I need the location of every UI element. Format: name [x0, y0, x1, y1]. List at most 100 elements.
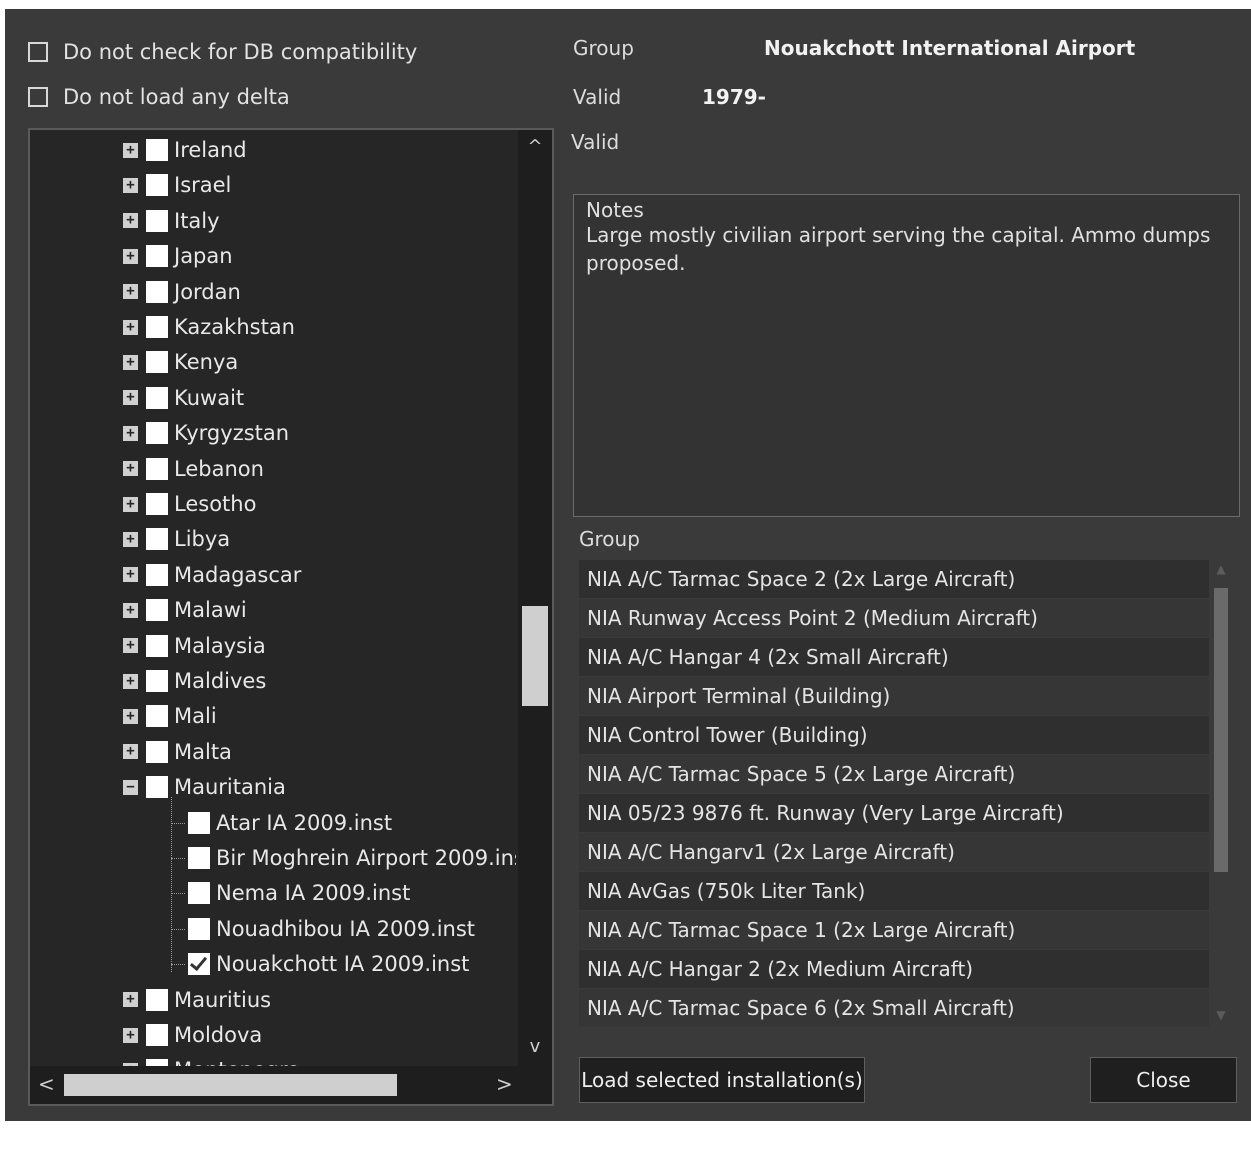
scroll-down-icon[interactable]: v	[518, 1036, 552, 1057]
tree-item-installation[interactable]: Bir Moghrein Airport 2009.inst	[188, 842, 516, 874]
group-list-item[interactable]: NIA A/C Hangar 4 (2x Small Aircraft)	[579, 638, 1209, 677]
tree-checkbox[interactable]	[188, 953, 210, 976]
tree-item-installation[interactable]: Nouakchott IA 2009.inst	[188, 948, 469, 980]
expand-icon[interactable]: +	[123, 425, 138, 441]
no-delta-option[interactable]: Do not load any delta	[28, 82, 290, 112]
tree-checkbox[interactable]	[146, 740, 168, 763]
expand-icon[interactable]: +	[123, 567, 138, 583]
expand-icon[interactable]: +	[123, 461, 138, 477]
tree-checkbox[interactable]	[146, 422, 168, 445]
list-scroll-down-icon[interactable]: ▼	[1211, 1008, 1231, 1022]
tree-horizontal-scrollbar[interactable]: < >	[30, 1066, 552, 1104]
tree-checkbox[interactable]	[146, 599, 168, 622]
tree-item-installation[interactable]: Atar IA 2009.inst	[188, 807, 392, 839]
group-list-item[interactable]: NIA A/C Hangar 2 (2x Medium Aircraft)	[579, 950, 1209, 989]
tree-item-country[interactable]: + Lesotho	[123, 488, 256, 520]
tree-checkbox[interactable]	[146, 280, 168, 303]
tree-item-country[interactable]: + Libya	[123, 523, 230, 555]
tree-checkbox[interactable]	[188, 882, 210, 905]
expand-icon[interactable]: +	[123, 531, 138, 547]
tree-checkbox[interactable]	[146, 634, 168, 657]
tree-item-country[interactable]: + Mali	[123, 700, 217, 732]
tree-checkbox[interactable]	[146, 493, 168, 515]
tree-checkbox[interactable]	[146, 209, 168, 232]
list-scroll-up-icon[interactable]: ▲	[1211, 562, 1231, 576]
tree-item-country[interactable]: + Maldives	[123, 665, 266, 697]
tree-checkbox[interactable]	[146, 1024, 168, 1046]
tree-item-country[interactable]: + Italy	[123, 205, 220, 237]
expand-icon[interactable]: +	[123, 496, 138, 512]
group-list-item[interactable]: NIA AvGas (750k Liter Tank)	[579, 872, 1209, 911]
db-compat-checkbox[interactable]	[28, 42, 48, 62]
group-list-item[interactable]: NIA Airport Terminal (Building)	[579, 677, 1209, 716]
tree-item-country[interactable]: + Kenya	[123, 346, 238, 378]
group-list-item[interactable]: NIA Control Tower (Building)	[579, 716, 1209, 755]
tree-item-country[interactable]: + Ireland	[123, 134, 247, 166]
tree-checkbox[interactable]	[146, 705, 168, 728]
tree-checkbox[interactable]	[146, 316, 168, 338]
tree-checkbox[interactable]	[146, 245, 168, 268]
tree-horizontal-thumb[interactable]	[64, 1074, 397, 1096]
tree-item-installation[interactable]: Nouadhibou IA 2009.inst	[188, 913, 475, 945]
group-list-item[interactable]: NIA 05/23 9876 ft. Runway (Very Large Ai…	[579, 794, 1209, 833]
tree-item-country[interactable]: + Malaysia	[123, 630, 266, 662]
expand-icon[interactable]: +	[123, 390, 138, 406]
expand-icon[interactable]: +	[123, 638, 138, 654]
group-list-item[interactable]: NIA A/C Tarmac Space 6 (2x Small Aircraf…	[579, 989, 1209, 1028]
tree-vertical-scrollbar[interactable]: ^ v	[518, 130, 552, 1066]
tree-checkbox[interactable]	[146, 1059, 168, 1066]
expand-icon[interactable]: +	[123, 744, 138, 760]
expand-icon[interactable]: +	[123, 248, 138, 264]
expand-icon[interactable]: +	[123, 319, 138, 335]
expand-icon[interactable]: +	[123, 992, 138, 1008]
tree-checkbox[interactable]	[146, 174, 168, 197]
tree-checkbox[interactable]	[146, 988, 168, 1011]
tree-item-country[interactable]: + Madagascar	[123, 559, 301, 591]
no-delta-checkbox[interactable]	[28, 87, 48, 107]
expand-icon[interactable]: +	[123, 602, 138, 618]
expand-icon[interactable]: +	[123, 708, 138, 724]
group-list-item[interactable]: NIA A/C Hangarv1 (2x Large Aircraft)	[579, 833, 1209, 872]
tree-checkbox[interactable]	[146, 528, 168, 551]
tree-checkbox[interactable]	[146, 563, 168, 586]
tree-item-country[interactable]: + Jordan	[123, 276, 241, 308]
close-button[interactable]: Close	[1090, 1057, 1237, 1103]
tree-checkbox[interactable]	[188, 811, 210, 834]
db-compat-option[interactable]: Do not check for DB compatibility	[28, 37, 417, 67]
tree-item-country[interactable]: + Mauritius	[123, 984, 271, 1016]
tree-item-country[interactable]: + Lebanon	[123, 453, 264, 485]
tree-item-country[interactable]: + Malta	[123, 736, 232, 768]
expand-icon[interactable]: +	[123, 213, 138, 229]
scroll-left-icon[interactable]: <	[38, 1072, 55, 1096]
group-list-thumb[interactable]	[1214, 588, 1228, 872]
tree-item-country[interactable]: − Mauritania	[123, 771, 286, 803]
tree-checkbox[interactable]	[146, 670, 168, 692]
tree-item-country[interactable]: + Malawi	[123, 594, 247, 626]
tree-item-country[interactable]: + Japan	[123, 240, 233, 272]
load-selected-button[interactable]: Load selected installation(s)	[579, 1057, 865, 1103]
group-list-scrollbar[interactable]: ▲ ▼	[1211, 560, 1231, 1028]
tree-item-country[interactable]: + Kyrgyzstan	[123, 417, 289, 449]
group-list[interactable]: NIA A/C Tarmac Space 2 (2x Large Aircraf…	[579, 560, 1209, 1028]
tree-item-country[interactable]: + Moldova	[123, 1019, 262, 1051]
tree-checkbox[interactable]	[146, 139, 168, 161]
tree-checkbox[interactable]	[146, 386, 168, 409]
tree-checkbox[interactable]	[146, 351, 168, 374]
expand-icon[interactable]: +	[123, 673, 138, 689]
installation-tree[interactable]: + Ireland + Israel + Italy + Japan + Jordan + Kazak…	[28, 128, 554, 1106]
tree-checkbox[interactable]	[146, 776, 168, 799]
tree-checkbox[interactable]	[146, 457, 168, 480]
tree-checkbox[interactable]	[188, 847, 210, 869]
expand-icon[interactable]: +	[123, 354, 138, 370]
expand-icon[interactable]: +	[123, 142, 138, 158]
group-list-item[interactable]: NIA A/C Tarmac Space 1 (2x Large Aircraf…	[579, 911, 1209, 950]
group-list-item[interactable]: NIA Runway Access Point 2 (Medium Aircra…	[579, 599, 1209, 638]
collapse-icon[interactable]: −	[123, 779, 138, 795]
tree-item-country[interactable]: + Kuwait	[123, 382, 244, 414]
group-list-item[interactable]: NIA A/C Tarmac Space 2 (2x Large Aircraf…	[579, 560, 1209, 599]
tree-item-installation[interactable]: Nema IA 2009.inst	[188, 877, 410, 909]
group-list-item[interactable]: NIA A/C Tarmac Space 5 (2x Large Aircraf…	[579, 755, 1209, 794]
scroll-up-icon[interactable]: ^	[518, 136, 552, 157]
tree-item-country[interactable]: + Kazakhstan	[123, 311, 295, 343]
expand-icon[interactable]: +	[123, 177, 138, 193]
